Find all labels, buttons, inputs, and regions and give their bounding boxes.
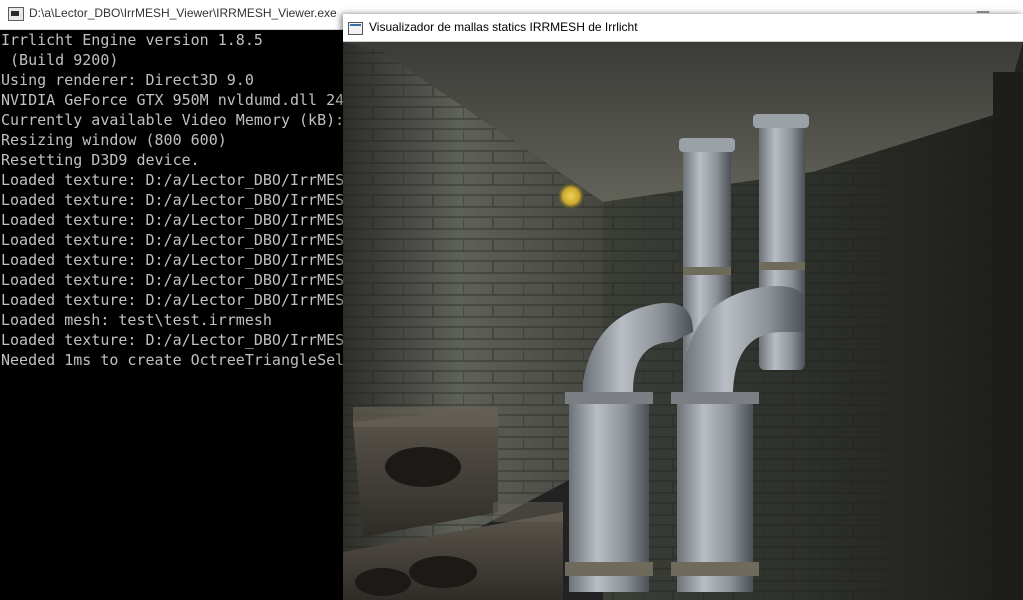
viewer-window[interactable]: Visualizador de mallas statics IRRMESH d… bbox=[343, 14, 1023, 600]
console-line: Loaded mesh: test\test.irrmesh bbox=[1, 311, 272, 329]
console-line: Loaded texture: D:/a/Lector_DBO/IrrMESH bbox=[1, 171, 354, 189]
console-line: (Build 9200) bbox=[1, 51, 119, 69]
console-line: Resetting D3D9 device. bbox=[1, 151, 200, 169]
console-line: Resizing window (800 600) bbox=[1, 131, 227, 149]
3d-viewport[interactable] bbox=[343, 42, 1023, 600]
console-line: NVIDIA GeForce GTX 950M nvldumd.dll 24 bbox=[1, 91, 345, 109]
console-line: Loaded texture: D:/a/Lector_DBO/IrrMESH bbox=[1, 211, 354, 229]
console-line: Irrlicht Engine version 1.8.5 bbox=[1, 31, 263, 49]
console-line: Loaded texture: D:/a/Lector_DBO/IrrMESH bbox=[1, 191, 354, 209]
viewer-window-title: Visualizador de mallas statics IRRMESH d… bbox=[369, 20, 638, 34]
viewer-title-bar[interactable]: Visualizador de mallas statics IRRMESH d… bbox=[343, 14, 1023, 42]
console-line: Loaded texture: D:/a/Lector_DBO/IrrMESH bbox=[1, 271, 354, 289]
viewer-app-icon bbox=[348, 22, 363, 35]
console-line: Loaded texture: D:/a/Lector_DBO/IrrMESH bbox=[1, 231, 354, 249]
console-line: Loaded texture: D:/a/Lector_DBO/IrrMESH bbox=[1, 331, 354, 349]
console-line: Loaded texture: D:/a/Lector_DBO/IrrMESH bbox=[1, 251, 354, 269]
3d-scene bbox=[343, 42, 1023, 600]
console-line: Currently available Video Memory (kB): bbox=[1, 111, 345, 129]
console-line: Using renderer: Direct3D 9.0 bbox=[1, 71, 254, 89]
console-window-title: D:\a\Lector_DBO\IrrMESH_Viewer\IRRMESH_V… bbox=[29, 6, 337, 20]
console-line: Loaded texture: D:/a/Lector_DBO/IrrMESH bbox=[1, 291, 354, 309]
console-line: Needed 1ms to create OctreeTriangleSele bbox=[1, 351, 354, 369]
console-app-icon bbox=[8, 7, 24, 21]
